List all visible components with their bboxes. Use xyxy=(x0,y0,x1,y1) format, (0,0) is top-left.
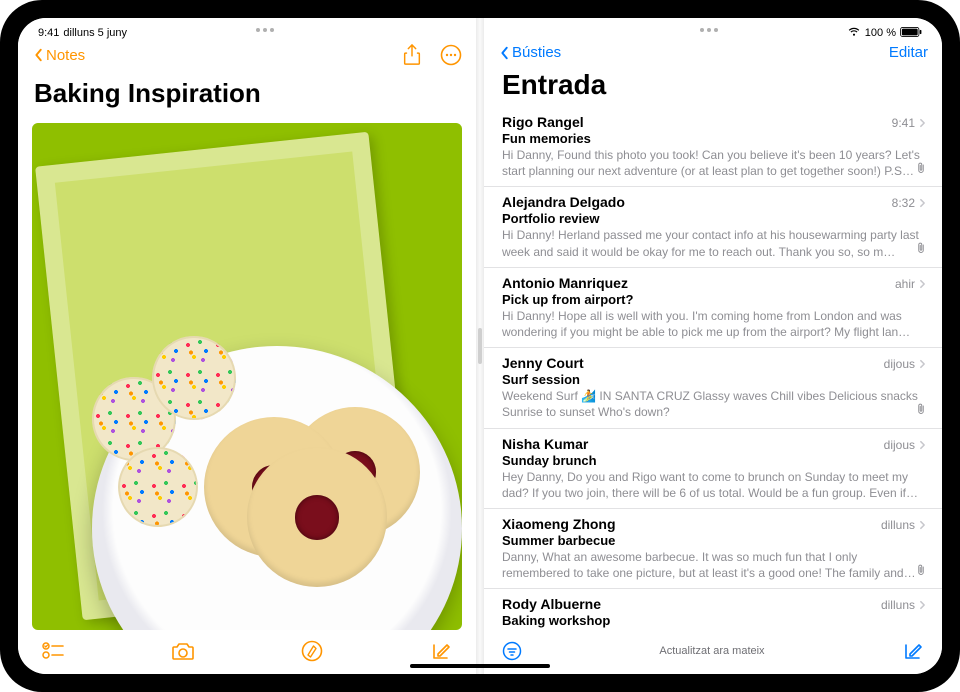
mail-preview: Hey Danny, Do you and Rigo want to come … xyxy=(502,469,926,501)
mail-row[interactable]: Rody Albuerne dilluns Baking workshop xyxy=(484,589,942,632)
note-image-attachment[interactable] xyxy=(32,123,462,630)
mail-sender: Jenny Court xyxy=(502,355,584,371)
mail-message-list[interactable]: Rigo Rangel 9:41 Fun memories Hi Danny, … xyxy=(484,107,942,632)
mail-row[interactable]: Antonio Manriquez ahir Pick up from airp… xyxy=(484,268,942,348)
share-icon[interactable] xyxy=(402,44,422,66)
multitask-control-notes[interactable] xyxy=(256,28,274,32)
mail-preview: Danny, What an awesome barbecue. It was … xyxy=(502,549,926,581)
mail-subject: Sunday brunch xyxy=(502,453,926,468)
camera-icon[interactable] xyxy=(171,641,195,661)
mail-back-label: Bústies xyxy=(512,44,561,61)
mail-app-pane: Bústies Editar Entrada Rigo Rangel 9:41 … xyxy=(484,18,942,674)
screen: 9:41 dilluns 5 juny 100 % xyxy=(18,18,942,674)
mail-subject: Baking workshop xyxy=(502,613,926,628)
mail-subject: Portfolio review xyxy=(502,211,926,226)
mail-row[interactable]: Jenny Court dijous Surf session Weekend … xyxy=(484,348,942,428)
mail-preview: Hi Danny! Hope all is well with you. I'm… xyxy=(502,308,926,340)
home-indicator[interactable] xyxy=(410,664,550,668)
battery-percent: 100 % xyxy=(865,27,896,39)
mail-row[interactable]: Alejandra Delgado 8:32 Portfolio review … xyxy=(484,187,942,267)
checklist-icon[interactable] xyxy=(42,642,64,660)
mail-row[interactable]: Nisha Kumar dijous Sunday brunch Hey Dan… xyxy=(484,429,942,509)
attachment-icon xyxy=(916,563,926,581)
mail-time: dilluns xyxy=(881,518,926,532)
attachment-icon xyxy=(916,241,926,259)
mail-preview: Weekend Surf 🏄 IN SANTA CRUZ Glassy wave… xyxy=(502,388,926,420)
mail-sender: Rigo Rangel xyxy=(502,114,584,130)
mail-status-text: Actualitzat ara mateix xyxy=(659,645,764,657)
markup-icon[interactable] xyxy=(301,640,323,662)
mail-time: dijous xyxy=(884,357,926,371)
mail-edit-button[interactable]: Editar xyxy=(889,44,928,61)
mail-preview: Hi Danny, Found this photo you took! Can… xyxy=(502,147,926,179)
mail-subject: Surf session xyxy=(502,372,926,387)
status-bar: 9:41 dilluns 5 juny 100 % xyxy=(18,22,942,42)
notes-app-pane: Notes Baking Inspiration xyxy=(18,18,476,674)
mail-sender: Antonio Manriquez xyxy=(502,275,628,291)
mail-time: dijous xyxy=(884,438,926,452)
mail-back-button[interactable]: Bústies xyxy=(498,44,561,61)
mail-sender: Nisha Kumar xyxy=(502,436,588,452)
mail-sender: Xiaomeng Zhong xyxy=(502,516,616,532)
mail-preview: Hi Danny! Herland passed me your contact… xyxy=(502,227,926,259)
mail-time: 8:32 xyxy=(892,196,926,210)
split-view-divider[interactable] xyxy=(476,18,484,674)
mail-time: ahir xyxy=(895,277,926,291)
status-time: 9:41 xyxy=(38,27,59,39)
ellipsis-circle-icon[interactable] xyxy=(440,44,462,66)
mail-sender: Rody Albuerne xyxy=(502,596,601,612)
ipad-frame: 9:41 dilluns 5 juny 100 % xyxy=(0,0,960,692)
compose-icon[interactable] xyxy=(430,640,452,662)
compose-mail-icon[interactable] xyxy=(902,640,924,662)
multitask-control-mail[interactable] xyxy=(700,28,718,32)
note-title[interactable]: Baking Inspiration xyxy=(18,72,476,119)
mail-time: dilluns xyxy=(881,598,926,612)
wifi-icon xyxy=(847,27,861,40)
mailbox-title: Entrada xyxy=(484,65,942,107)
mail-row[interactable]: Xiaomeng Zhong dilluns Summer barbecue D… xyxy=(484,509,942,589)
attachment-icon xyxy=(916,161,926,179)
mail-time: 9:41 xyxy=(892,116,926,130)
filter-icon[interactable] xyxy=(502,641,522,661)
notes-back-button[interactable]: Notes xyxy=(32,47,85,64)
mail-sender: Alejandra Delgado xyxy=(502,194,625,210)
status-date: dilluns 5 juny xyxy=(63,27,127,39)
notes-back-label: Notes xyxy=(46,47,85,64)
mail-subject: Summer barbecue xyxy=(502,533,926,548)
battery-icon xyxy=(900,27,922,40)
mail-row[interactable]: Rigo Rangel 9:41 Fun memories Hi Danny, … xyxy=(484,107,942,187)
mail-subject: Fun memories xyxy=(502,131,926,146)
attachment-icon xyxy=(916,402,926,420)
mail-subject: Pick up from airport? xyxy=(502,292,926,307)
